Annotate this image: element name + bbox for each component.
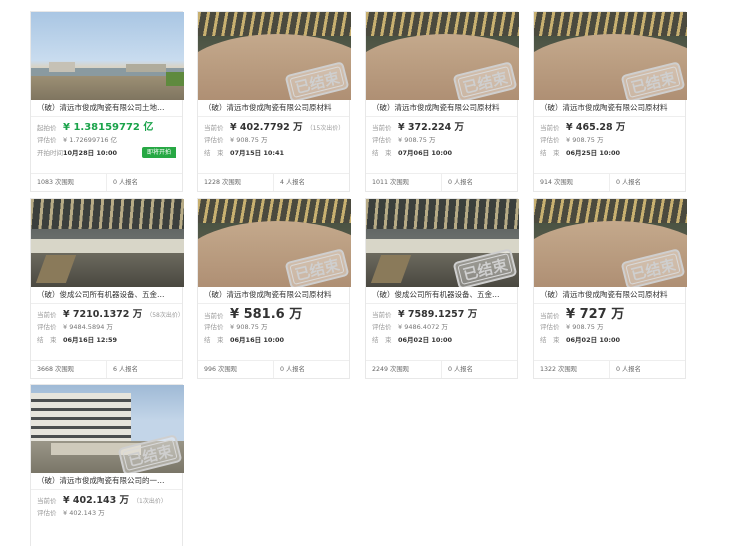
auction-card-raw-material[interactable]: 已结束 （破）清远市俊成陶瓷有限公司原材料 当前价 ¥ 727 万 评估价 ¥ 90…: [533, 198, 687, 379]
raw-material-photo[interactable]: 已结束: [198, 12, 351, 100]
raw-material-photo[interactable]: 已结束: [198, 199, 351, 287]
current-price: ¥ 727 万: [566, 307, 625, 322]
card-title[interactable]: （破）清远市俊成陶瓷有限公司原材料: [198, 287, 349, 304]
current-price: ¥ 465.28 万: [566, 122, 626, 133]
auction-card-raw-material[interactable]: 已结束 （破）清远市俊成陶瓷有限公司原材料 当前价 ¥ 581.6 万 评估价 ¥ …: [197, 198, 351, 379]
signup-count: 0 人报名: [609, 174, 685, 191]
card-title[interactable]: （破）清远市俊成陶瓷有限公司的一…: [31, 473, 182, 490]
card-title[interactable]: （破）清远市俊成陶瓷有限公司原材料: [366, 100, 517, 117]
signup-count: 0 人报名: [441, 174, 517, 191]
current-price: ¥ 7589.1257 万: [398, 309, 478, 320]
end-time: 06月25日 10:00: [566, 149, 621, 157]
bid-count: （15次出价）: [306, 125, 345, 132]
card-title[interactable]: （破）清远市俊成陶瓷有限公司原材料: [534, 100, 685, 117]
appraisal-price: ¥ 908.75 万: [230, 323, 268, 331]
auction-card-building[interactable]: 已结束 （破）清远市俊成陶瓷有限公司的一… 当前价 ¥ 402.143 万（1次出…: [30, 384, 184, 546]
appraisal-price: ¥ 908.75 万: [230, 136, 268, 144]
views-count: 1228 次围观: [204, 179, 241, 186]
card-title[interactable]: （破）清远市俊成陶瓷有限公司原材料: [534, 287, 685, 304]
signup-count: 0 人报名: [106, 174, 182, 191]
factory-photo[interactable]: [31, 199, 184, 287]
raw-material-photo[interactable]: 已结束: [534, 199, 687, 287]
card-title[interactable]: （破）俊成公司所有机器设备、五金…: [31, 287, 182, 304]
views-count: 1011 次围观: [372, 179, 409, 186]
card-title[interactable]: （破）清远市俊成陶瓷有限公司原材料: [198, 100, 349, 117]
end-time: 06月02日 10:00: [566, 336, 621, 344]
end-time: 06月16日 12:59: [63, 336, 118, 344]
upcoming-badge: 即将开拍: [141, 147, 176, 158]
building-photo[interactable]: 已结束: [31, 385, 184, 473]
auction-card-machinery[interactable]: 已结束 （破）俊成公司所有机器设备、五金… 当前价 ¥ 7589.1257 万 评…: [365, 198, 519, 379]
appraisal-price: ¥ 9484.5894 万: [63, 323, 113, 331]
signup-count: 0 人报名: [609, 361, 685, 378]
start-time: 10月28日 10:00: [63, 149, 118, 157]
current-price: ¥ 372.224 万: [398, 122, 464, 133]
views-count: 2249 次围观: [372, 366, 409, 373]
raw-material-photo[interactable]: 已结束: [366, 12, 519, 100]
views-count: 3668 次围观: [37, 366, 74, 373]
bid-count: （1次出价）: [133, 498, 167, 505]
views-count: 914 次围观: [540, 179, 573, 186]
land-photo[interactable]: [31, 12, 184, 100]
current-price: ¥ 402.7792 万: [230, 122, 303, 133]
signup-count: 4 人报名: [273, 174, 349, 191]
raw-material-photo[interactable]: 已结束: [534, 12, 687, 100]
card-title[interactable]: （破）清远市俊成陶瓷有限公司土地…: [31, 100, 182, 117]
current-price: ¥ 581.6 万: [230, 307, 303, 322]
signup-count: 0 人报名: [273, 361, 349, 378]
end-time: 06月16日 10:00: [230, 336, 285, 344]
bid-count: （58次出价）: [146, 312, 184, 319]
appraisal-price: ¥ 908.75 万: [398, 136, 436, 144]
views-count: 1322 次围观: [540, 366, 577, 373]
appraisal-price: ¥ 1.72699716 亿: [63, 136, 118, 144]
auction-card-raw-material[interactable]: 已结束 （破）清远市俊成陶瓷有限公司原材料 当前价 ¥ 465.28 万 评估价 ¥…: [533, 11, 687, 192]
auction-card-land[interactable]: （破）清远市俊成陶瓷有限公司土地… 起拍价 ¥ 1.38159772 亿 评估价 ¥…: [30, 11, 184, 192]
auction-card-machinery[interactable]: （破）俊成公司所有机器设备、五金… 当前价 ¥ 7210.1372 万（58次出价…: [30, 198, 184, 379]
factory-photo[interactable]: 已结束: [366, 199, 519, 287]
appraisal-price: ¥ 9486.4072 万: [398, 323, 448, 331]
end-time: 07月06日 10:00: [398, 149, 453, 157]
views-count: 1083 次围观: [37, 179, 74, 186]
appraisal-price: ¥ 908.75 万: [566, 136, 604, 144]
views-count: 996 次围观: [204, 366, 237, 373]
end-time: 07月15日 10:41: [230, 149, 285, 157]
signup-count: 6 人报名: [106, 361, 182, 378]
signup-count: 0 人报名: [441, 361, 517, 378]
card-title[interactable]: （破）俊成公司所有机器设备、五金…: [366, 287, 517, 304]
starting-price: ¥ 1.38159772 亿: [63, 122, 154, 133]
auction-card-raw-material[interactable]: 已结束 （破）清远市俊成陶瓷有限公司原材料 当前价 ¥ 372.224 万 评估价…: [365, 11, 519, 192]
current-price: ¥ 7210.1372 万: [63, 309, 143, 320]
current-price: ¥ 402.143 万: [63, 495, 129, 506]
auction-card-raw-material[interactable]: 已结束 （破）清远市俊成陶瓷有限公司原材料 当前价 ¥ 402.7792 万（15…: [197, 11, 351, 192]
appraisal-price: ¥ 402.143 万: [63, 509, 105, 517]
appraisal-price: ¥ 908.75 万: [566, 323, 604, 331]
end-time: 06月02日 10:00: [398, 336, 453, 344]
